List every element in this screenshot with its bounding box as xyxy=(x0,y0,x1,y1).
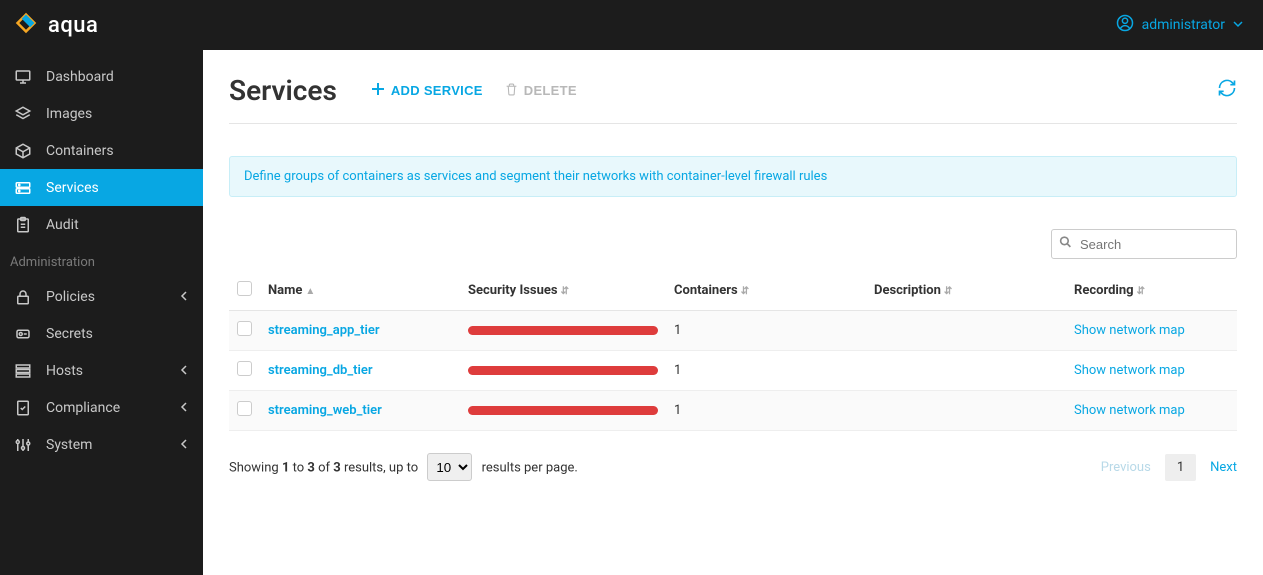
delete-button[interactable]: DELETE xyxy=(505,83,577,99)
chevron-left-icon xyxy=(179,289,189,305)
description-cell xyxy=(866,391,1066,431)
show-network-map-link[interactable]: Show network map xyxy=(1074,323,1185,338)
description-cell xyxy=(866,311,1066,351)
table-row: streaming_db_tier 1 Show network map xyxy=(229,351,1237,391)
pagination-summary: Showing 1 to 3 of 3 results, up to 10 re… xyxy=(229,453,578,481)
page-header: Services ADD SERVICE DELETE xyxy=(229,74,1237,124)
brand: aqua xyxy=(14,11,98,39)
page-title: Services xyxy=(229,74,337,107)
next-page-button[interactable]: Next xyxy=(1210,460,1237,475)
add-service-label: ADD SERVICE xyxy=(391,83,483,98)
user-avatar-icon xyxy=(1116,14,1134,36)
sidebar-item-dashboard[interactable]: Dashboard xyxy=(0,58,203,95)
user-menu[interactable]: administrator xyxy=(1116,14,1243,36)
pagination-row: Showing 1 to 3 of 3 results, up to 10 re… xyxy=(229,453,1237,481)
sidebar: Dashboard Images Containers Services Aud… xyxy=(0,50,203,575)
containers-count: 1 xyxy=(666,351,866,391)
table-row: streaming_app_tier 1 Show network map xyxy=(229,311,1237,351)
sidebar-item-audit[interactable]: Audit xyxy=(0,206,203,243)
table-row: streaming_web_tier 1 Show network map xyxy=(229,391,1237,431)
show-network-map-link[interactable]: Show network map xyxy=(1074,403,1185,418)
add-service-button[interactable]: ADD SERVICE xyxy=(371,82,483,99)
pager: Previous 1 Next xyxy=(1101,454,1237,481)
sidebar-item-images[interactable]: Images xyxy=(0,95,203,132)
sidebar-item-label: Containers xyxy=(46,143,114,159)
sidebar-item-label: Audit xyxy=(46,217,79,233)
sidebar-item-label: Dashboard xyxy=(46,69,114,85)
service-name-link[interactable]: streaming_db_tier xyxy=(268,363,373,378)
monitor-icon xyxy=(14,68,32,86)
delete-label: DELETE xyxy=(524,83,577,98)
description-cell xyxy=(866,351,1066,391)
select-all-checkbox[interactable] xyxy=(237,281,252,296)
column-header-recording[interactable]: Recording⇵ xyxy=(1066,271,1237,311)
current-page-number: 1 xyxy=(1165,454,1196,481)
services-table: Name▲ Security Issues⇵ Containers⇵ Descr… xyxy=(229,271,1237,431)
chevron-left-icon xyxy=(179,363,189,379)
sidebar-item-label: Services xyxy=(46,180,99,196)
row-checkbox[interactable] xyxy=(237,321,252,336)
row-checkbox[interactable] xyxy=(237,401,252,416)
column-header-name[interactable]: Name▲ xyxy=(260,271,460,311)
refresh-button[interactable] xyxy=(1217,78,1237,102)
check-doc-icon xyxy=(14,399,32,417)
security-issues-bar xyxy=(468,366,658,375)
sidebar-item-label: Compliance xyxy=(46,400,120,416)
containers-count: 1 xyxy=(666,311,866,351)
column-header-containers[interactable]: Containers⇵ xyxy=(666,271,866,311)
chevron-left-icon xyxy=(179,437,189,453)
plus-icon xyxy=(371,82,385,99)
security-issues-bar xyxy=(468,406,658,415)
sort-icon: ⇵ xyxy=(561,286,569,297)
server-icon xyxy=(14,179,32,197)
sidebar-item-label: Policies xyxy=(46,289,95,305)
sidebar-section-admin-title: Administration xyxy=(0,243,203,278)
brand-name: aqua xyxy=(48,13,98,38)
sliders-icon xyxy=(14,436,32,454)
sidebar-item-compliance[interactable]: Compliance xyxy=(0,389,203,426)
brand-logo-icon xyxy=(14,11,38,39)
app-header: aqua administrator xyxy=(0,0,1263,50)
service-name-link[interactable]: streaming_web_tier xyxy=(268,403,382,418)
sidebar-item-label: System xyxy=(46,437,92,453)
containers-count: 1 xyxy=(666,391,866,431)
hosts-icon xyxy=(14,362,32,380)
box-icon xyxy=(14,142,32,160)
security-issues-bar xyxy=(468,326,658,335)
layers-icon xyxy=(14,105,32,123)
chevron-left-icon xyxy=(179,400,189,416)
clipboard-icon xyxy=(14,216,32,234)
sort-icon: ⇵ xyxy=(944,286,952,297)
sidebar-item-label: Hosts xyxy=(46,363,83,379)
key-icon xyxy=(14,325,32,343)
row-checkbox[interactable] xyxy=(237,361,252,376)
show-network-map-link[interactable]: Show network map xyxy=(1074,363,1185,378)
sort-asc-icon: ▲ xyxy=(305,286,315,297)
service-name-link[interactable]: streaming_app_tier xyxy=(268,323,380,338)
sort-icon: ⇵ xyxy=(1137,286,1145,297)
column-header-security[interactable]: Security Issues⇵ xyxy=(460,271,666,311)
trash-icon xyxy=(505,83,518,99)
lock-icon xyxy=(14,288,32,306)
results-per-page-select[interactable]: 10 xyxy=(427,453,472,481)
sidebar-item-label: Images xyxy=(46,106,92,122)
search-input[interactable] xyxy=(1051,229,1237,259)
main-content: Services ADD SERVICE DELETE Define group… xyxy=(203,50,1263,575)
sidebar-item-label: Secrets xyxy=(46,326,93,342)
column-header-description[interactable]: Description⇵ xyxy=(866,271,1066,311)
previous-page-button[interactable]: Previous xyxy=(1101,460,1151,475)
caret-down-icon xyxy=(1233,17,1243,33)
user-name: administrator xyxy=(1142,17,1225,33)
sidebar-item-policies[interactable]: Policies xyxy=(0,278,203,315)
sidebar-item-secrets[interactable]: Secrets xyxy=(0,315,203,352)
sidebar-item-hosts[interactable]: Hosts xyxy=(0,352,203,389)
sidebar-item-services[interactable]: Services xyxy=(0,169,203,206)
search-box xyxy=(1051,229,1237,259)
info-banner: Define groups of containers as services … xyxy=(229,156,1237,197)
sort-icon: ⇵ xyxy=(741,286,749,297)
search-icon xyxy=(1059,236,1072,253)
sidebar-item-containers[interactable]: Containers xyxy=(0,132,203,169)
sidebar-item-system[interactable]: System xyxy=(0,426,203,463)
